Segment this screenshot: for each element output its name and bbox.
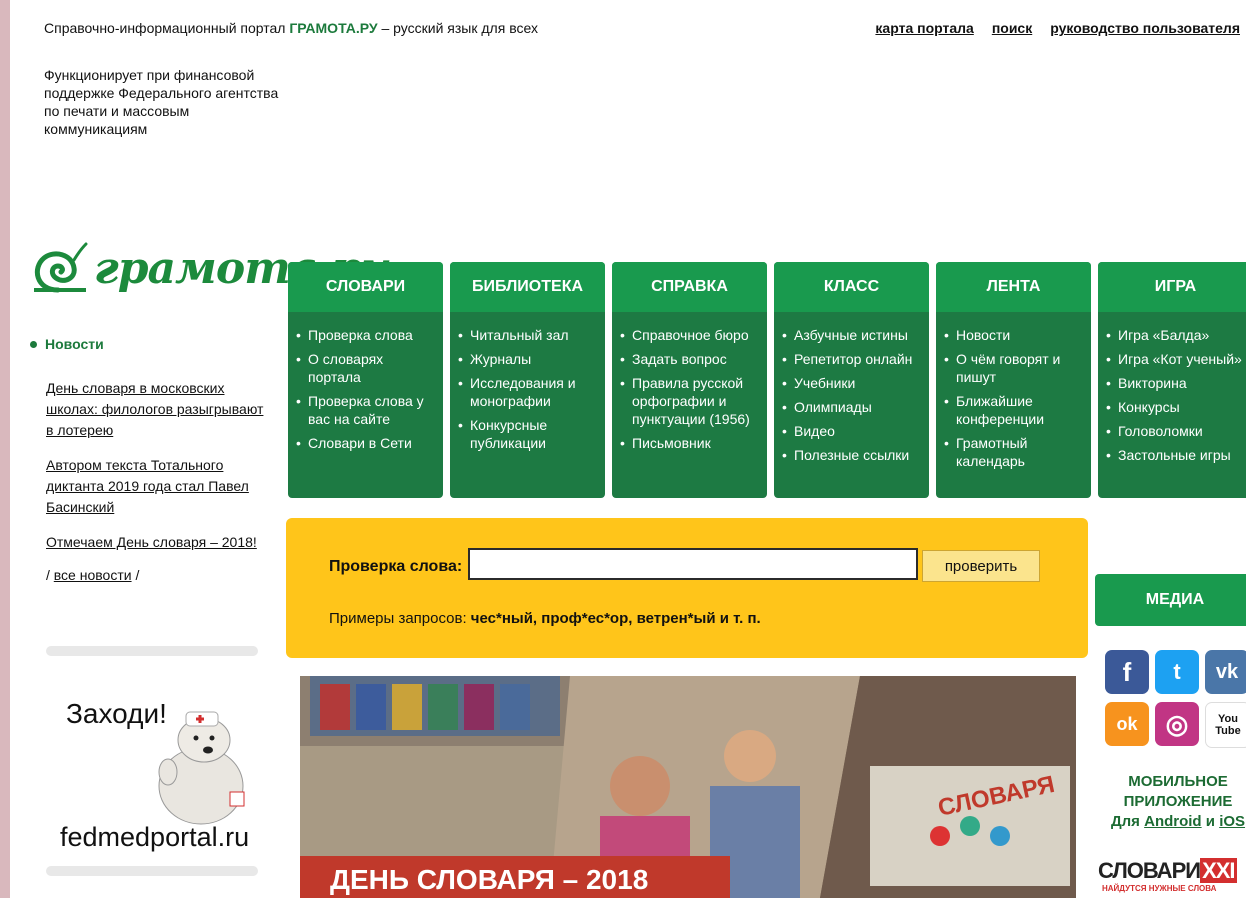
word-check-button[interactable]: проверить — [922, 550, 1040, 582]
word-check-label: Проверка слова: — [329, 558, 463, 575]
sitemap-link[interactable]: карта портала — [875, 20, 973, 36]
menu-klass: КЛАСС Азбучные истины Репетитор онлайн У… — [774, 262, 929, 498]
menu-title[interactable]: БИБЛИОТЕКА — [450, 262, 605, 312]
menu-item[interactable]: Игра «Кот ученый» — [1106, 350, 1246, 368]
menu-item[interactable]: Словари в Сети — [296, 434, 437, 452]
funding-note: Функционирует при финансовой поддержке Ф… — [44, 67, 279, 137]
menu-item[interactable]: О чём говорят и пишут — [944, 350, 1085, 386]
ad-top-bar — [46, 646, 258, 656]
promo-banner[interactable]: СЛОВАРЯ ДЕНЬ СЛОВАРЯ – 2018 — [300, 676, 1076, 898]
word-check-panel: Проверка слова: проверить Примеры запрос… — [286, 518, 1088, 658]
menu-slovari: СЛОВАРИ Проверка слова О словарях портал… — [288, 262, 443, 498]
mobile-app-promo: МОБИЛЬНОЕ ПРИЛОЖЕНИЕ Для Android и iOS — [1110, 773, 1246, 830]
snail-logo-icon — [34, 242, 88, 293]
android-link[interactable]: Android — [1144, 813, 1202, 830]
menu-item[interactable]: Учебники — [782, 374, 923, 392]
menu-item[interactable]: Справочное бюро — [620, 326, 761, 344]
ios-link[interactable]: iOS — [1219, 813, 1245, 830]
query-examples: Примеры запросов: чес*ный, проф*ес*ор, в… — [329, 610, 761, 627]
all-news-link[interactable]: все новости — [54, 567, 132, 583]
portal-brand: ГРАМОТА.РУ — [289, 20, 378, 36]
menu-title[interactable]: КЛАСС — [774, 262, 929, 312]
menu-igra: ИГРА Игра «Балда» Игра «Кот ученый» Викт… — [1098, 262, 1246, 498]
facebook-icon[interactable]: f — [1105, 650, 1149, 694]
menu-title[interactable]: ИГРА — [1098, 262, 1246, 312]
menu-item[interactable]: Конкурсы — [1106, 398, 1246, 416]
news-item[interactable]: Автором текста Тотального диктанта 2019 … — [46, 455, 270, 518]
menu-item[interactable]: Проверка слова у вас на сайте — [296, 392, 437, 428]
slovari-xxi-tagline: НАЙДУТСЯ НУЖНЫЕ СЛОВА — [1102, 884, 1217, 893]
menu-item[interactable]: Задать вопрос — [620, 350, 761, 368]
youtube-icon[interactable]: You Tube — [1205, 702, 1246, 748]
search-link[interactable]: поиск — [992, 20, 1032, 36]
social-icons: f t vk ok ◎ You Tube — [1105, 650, 1246, 748]
menu-item[interactable]: Журналы — [458, 350, 599, 368]
menu-item[interactable]: Ближайшие конференции — [944, 392, 1085, 428]
menu-item[interactable]: Застольные игры — [1106, 446, 1246, 464]
slovari-xxi-logo[interactable]: СЛОВАРИXXI — [1098, 858, 1237, 884]
ad-banner[interactable]: Заходи! fedmedportal.ru — [46, 646, 258, 876]
menu-item[interactable]: Проверка слова — [296, 326, 437, 344]
menu-item[interactable]: Азбучные истины — [782, 326, 923, 344]
main-menu: СЛОВАРИ Проверка слова О словарях портал… — [288, 262, 1246, 498]
menu-item[interactable]: Исследования и монографии — [458, 374, 599, 410]
portal-tagline: Справочно-информационный портал ГРАМОТА.… — [44, 20, 538, 36]
news-item[interactable]: День словаря в московских школах: филоло… — [46, 378, 270, 441]
vk-icon[interactable]: vk — [1205, 650, 1246, 694]
menu-lenta: ЛЕНТА Новости О чём говорят и пишут Ближ… — [936, 262, 1091, 498]
bullet-icon — [30, 340, 37, 348]
menu-item[interactable]: О словарях портала — [296, 350, 437, 386]
menu-item[interactable]: Правила русской орфографии и пунктуации … — [620, 374, 761, 428]
menu-title[interactable]: СПРАВКА — [612, 262, 767, 312]
menu-spravka: СПРАВКА Справочное бюро Задать вопрос Пр… — [612, 262, 767, 498]
menu-item[interactable]: Письмовник — [620, 434, 761, 452]
ad-bottom-bar — [46, 866, 258, 876]
polar-bear-doctor-icon — [158, 711, 245, 825]
menu-biblioteka: БИБЛИОТЕКА Читальный зал Журналы Исследо… — [450, 262, 605, 498]
odnoklassniki-icon[interactable]: ok — [1105, 702, 1149, 746]
user-guide-link[interactable]: руководство пользователя — [1050, 20, 1240, 36]
query-examples-values: чес*ный, проф*ес*ор, ветрен*ый и т. п. — [470, 610, 761, 627]
menu-title[interactable]: СЛОВАРИ — [288, 262, 443, 312]
banner-caption: ДЕНЬ СЛОВАРЯ – 2018 — [300, 856, 730, 898]
news-heading[interactable]: Новости — [30, 336, 270, 352]
menu-item[interactable]: Новости — [944, 326, 1085, 344]
ad-site: fedmedportal.ru — [60, 822, 250, 852]
menu-item[interactable]: Видео — [782, 422, 923, 440]
twitter-icon[interactable]: t — [1155, 650, 1199, 694]
menu-item[interactable]: Олимпиады — [782, 398, 923, 416]
news-block: Новости День словаря в московских школах… — [30, 336, 270, 583]
word-check-input[interactable] — [468, 548, 918, 580]
page-frame: Справочно-информационный портал ГРАМОТА.… — [10, 0, 1246, 898]
menu-item[interactable]: Читальный зал — [458, 326, 599, 344]
menu-title[interactable]: ЛЕНТА — [936, 262, 1091, 312]
menu-item[interactable]: Головоломки — [1106, 422, 1246, 440]
menu-item[interactable]: Грамотный календарь — [944, 434, 1085, 470]
menu-item[interactable]: Репетитор онлайн — [782, 350, 923, 368]
menu-item[interactable]: Игра «Балда» — [1106, 326, 1246, 344]
media-heading[interactable]: МЕДИА — [1095, 574, 1246, 626]
all-news: / все новости / — [46, 567, 140, 583]
top-links: карта портала поиск руководство пользова… — [875, 20, 1240, 36]
menu-item[interactable]: Викторина — [1106, 374, 1246, 392]
menu-item[interactable]: Полезные ссылки — [782, 446, 923, 464]
news-item[interactable]: Отмечаем День словаря – 2018! — [46, 532, 270, 553]
instagram-icon[interactable]: ◎ — [1155, 702, 1199, 746]
menu-item[interactable]: Конкурсные публикации — [458, 416, 599, 452]
